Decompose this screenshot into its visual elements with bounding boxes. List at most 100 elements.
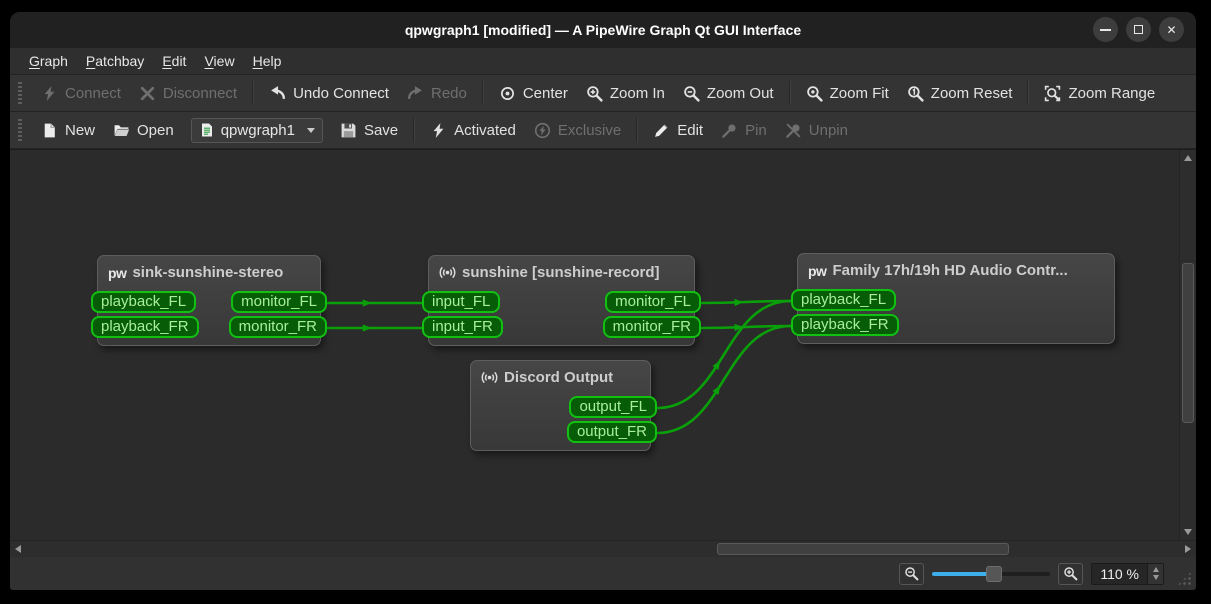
undo-connect-button[interactable]: Undo Connect xyxy=(260,80,398,107)
resize-grip[interactable] xyxy=(1177,571,1192,586)
toolbar-button-label: Save xyxy=(364,122,398,139)
redo-icon xyxy=(407,85,424,102)
zoom-slider[interactable] xyxy=(932,565,1050,583)
zoom-out-button[interactable]: Zoom Out xyxy=(674,80,783,107)
zoomreset-icon xyxy=(907,85,924,102)
toolbar-button-label: Activated xyxy=(454,122,516,139)
activated-icon xyxy=(430,122,447,139)
save-button[interactable]: Save xyxy=(331,117,407,144)
app-window: qpwgraph1 [modified] — A PipeWire Graph … xyxy=(10,12,1196,590)
zoom-value: 110 % xyxy=(1092,564,1147,584)
minimize-button[interactable] xyxy=(1093,17,1118,42)
port-input_FL[interactable]: input_FL xyxy=(422,291,500,313)
exclusive-icon xyxy=(534,122,551,139)
toolbar-button-label: Zoom Fit xyxy=(830,85,889,102)
scroll-right-button[interactable] xyxy=(1180,541,1196,557)
activated-button[interactable]: Activated xyxy=(421,117,525,144)
node-discord[interactable]: Discord Outputoutput_FLoutput_FR xyxy=(470,360,651,451)
spin-down-icon xyxy=(1153,575,1159,580)
scroll-down-button[interactable] xyxy=(1180,524,1196,540)
node-header[interactable]: pwsink-sunshine-stereo xyxy=(98,256,320,289)
toolbar-button-label: Zoom Reset xyxy=(931,85,1013,102)
node-header[interactable]: sunshine [sunshine-record] xyxy=(429,256,694,289)
zoom-spinbox[interactable]: 110 % xyxy=(1091,563,1164,585)
menu-patchbay[interactable]: Patchbay xyxy=(77,50,153,72)
zoom-range-button[interactable]: Zoom Range xyxy=(1035,80,1164,107)
toolbar-handle[interactable] xyxy=(18,119,22,141)
port-monitor_FL[interactable]: monitor_FL xyxy=(231,291,327,313)
zoom-in-icon xyxy=(1063,566,1078,581)
open-icon xyxy=(113,122,130,139)
unpin-icon xyxy=(785,122,802,139)
window-controls: ✕ xyxy=(1093,17,1184,42)
unpin-button: Unpin xyxy=(776,117,857,144)
vertical-scrollbar[interactable] xyxy=(1179,150,1196,540)
menu-graph[interactable]: Graph xyxy=(20,50,77,72)
menu-help[interactable]: Help xyxy=(244,50,291,72)
node-title: sink-sunshine-stereo xyxy=(132,264,283,281)
node-header[interactable]: pwFamily 17h/19h HD Audio Contr... xyxy=(798,254,1114,287)
vertical-scrollbar-thumb[interactable] xyxy=(1182,263,1194,423)
open-button[interactable]: Open xyxy=(104,117,183,144)
port-output_FL[interactable]: output_FL xyxy=(569,396,657,418)
node-sink[interactable]: pwsink-sunshine-stereoplayback_FLplaybac… xyxy=(97,255,321,346)
zoom-reset-button[interactable]: Zoom Reset xyxy=(898,80,1022,107)
zoom-fit-button[interactable]: Zoom Fit xyxy=(797,80,898,107)
toolbar-handle[interactable] xyxy=(18,82,22,104)
zoom-spinbox-arrows[interactable] xyxy=(1147,564,1163,584)
port-playback_FL[interactable]: playback_FL xyxy=(91,291,196,313)
title-bar[interactable]: qpwgraph1 [modified] — A PipeWire Graph … xyxy=(10,12,1196,48)
exclusive-button: Exclusive xyxy=(525,117,630,144)
node-sunshine[interactable]: sunshine [sunshine-record]input_FLinput_… xyxy=(428,255,695,346)
close-button[interactable]: ✕ xyxy=(1159,17,1184,42)
edit-button[interactable]: Edit xyxy=(644,117,712,144)
zoomrange-icon xyxy=(1044,85,1061,102)
menu-edit[interactable]: Edit xyxy=(153,50,195,72)
port-monitor_FR[interactable]: monitor_FR xyxy=(229,316,327,338)
connect-button: Connect xyxy=(32,80,130,107)
horizontal-scrollbar-thumb[interactable] xyxy=(717,543,1009,555)
port-playback_FR[interactable]: playback_FR xyxy=(91,316,199,338)
toolbar-separator xyxy=(1027,81,1029,105)
connection-arrow-icon xyxy=(363,299,372,306)
port-output_FR[interactable]: output_FR xyxy=(567,421,657,443)
connection-arrow-icon xyxy=(734,299,743,307)
toolbar-button-label: Center xyxy=(523,85,568,102)
port-monitor_FL[interactable]: monitor_FL xyxy=(605,291,701,313)
arrow-right-icon xyxy=(1185,545,1191,553)
menu-view[interactable]: View xyxy=(195,50,243,72)
zoom-in-button[interactable]: Zoom In xyxy=(577,80,674,107)
scroll-left-button[interactable] xyxy=(10,541,26,557)
toolbar-button-label: Open xyxy=(137,122,174,139)
chevron-down-icon xyxy=(307,128,315,133)
center-button[interactable]: Center xyxy=(490,80,577,107)
port-input_FR[interactable]: input_FR xyxy=(422,316,503,338)
pin-button: Pin xyxy=(712,117,776,144)
pipewire-icon: pw xyxy=(808,263,826,279)
horizontal-scrollbar[interactable] xyxy=(10,540,1196,557)
toolbar-patchbay: New Open qpwgraph1 Save Activated Exclusive Ed… xyxy=(10,112,1196,149)
port-playback_FR[interactable]: playback_FR xyxy=(791,314,899,336)
zoom-in-button[interactable] xyxy=(1058,563,1083,585)
port-monitor_FR[interactable]: monitor_FR xyxy=(603,316,701,338)
connection-arrow-icon xyxy=(363,324,372,331)
zoom-slider-handle[interactable] xyxy=(986,566,1002,582)
graph-canvas[interactable]: pwsink-sunshine-stereoplayback_FLplaybac… xyxy=(10,149,1196,557)
maximize-button[interactable] xyxy=(1126,17,1151,42)
edit-icon xyxy=(653,122,670,139)
scroll-up-button[interactable] xyxy=(1180,150,1196,166)
minimize-icon xyxy=(1100,29,1111,31)
doc-icon xyxy=(199,122,215,138)
toolbar-button-label: Edit xyxy=(677,122,703,139)
zoom-out-button[interactable] xyxy=(899,563,924,585)
stream-icon xyxy=(481,369,498,386)
node-family[interactable]: pwFamily 17h/19h HD Audio Contr...playba… xyxy=(797,253,1115,344)
patchbay-select[interactable]: qpwgraph1 xyxy=(191,118,323,143)
port-playback_FL[interactable]: playback_FL xyxy=(791,289,896,311)
new-button[interactable]: New xyxy=(32,117,104,144)
save-icon xyxy=(340,122,357,139)
node-header[interactable]: Discord Output xyxy=(471,361,650,394)
toolbar-button-label: Zoom Range xyxy=(1068,85,1155,102)
stream-icon xyxy=(439,264,456,281)
status-bar: 110 % xyxy=(10,557,1196,590)
